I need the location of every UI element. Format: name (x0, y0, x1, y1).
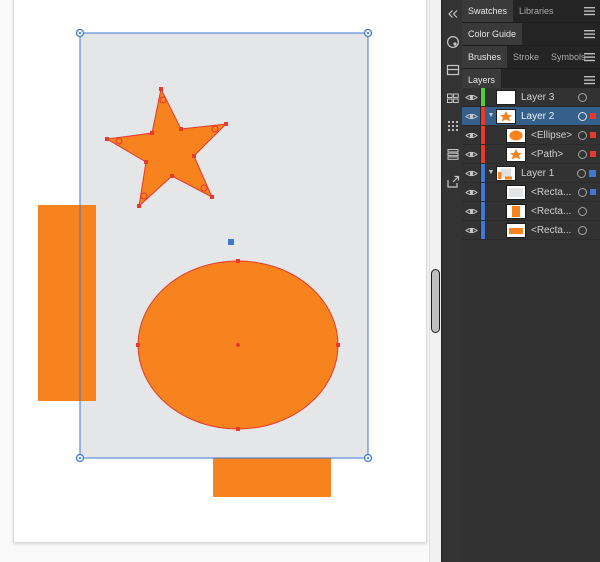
layer-row-rect2[interactable]: <Recta... (462, 202, 600, 221)
layer-color-bar (481, 126, 485, 144)
tab-brushes[interactable]: Brushes (462, 46, 507, 68)
ellipse-center-point (236, 343, 240, 347)
tab-swatches[interactable]: Swatches (462, 0, 513, 22)
layer-color-bar (481, 145, 485, 163)
layer-row-rect3[interactable]: <Recta... (462, 221, 600, 240)
swatches-panel-group: Swatches Libraries (462, 0, 600, 23)
target-circle-icon[interactable] (578, 93, 587, 102)
layer-row-rect1[interactable]: <Recta... (462, 183, 600, 202)
layer-row-layer1[interactable]: ▼ Layer 1 (462, 164, 600, 183)
layer-name: Layer 2 (521, 111, 554, 122)
visibility-eye-icon[interactable] (462, 88, 481, 106)
layer-name: <Recta... (531, 206, 571, 217)
scrollbar-thumb[interactable] (432, 270, 439, 332)
selection-square[interactable] (590, 132, 596, 138)
target-circle-icon[interactable] (578, 188, 587, 197)
canvas (0, 0, 429, 562)
tab-libraries[interactable]: Libraries (513, 0, 560, 22)
visibility-eye-icon[interactable] (462, 221, 481, 239)
visibility-eye-icon[interactable] (462, 164, 481, 182)
dock-button-swatch[interactable] (442, 56, 463, 84)
selection-square[interactable] (590, 189, 596, 195)
tab-stroke[interactable]: Stroke (507, 46, 545, 68)
illustrator-window: Swatches Libraries Color Guide Brushes S… (0, 0, 600, 562)
target-circle-icon[interactable] (578, 131, 587, 140)
layer-thumbnail (497, 91, 515, 104)
layer-name: <Path> (531, 149, 563, 160)
layer-row-layer3[interactable]: Layer 3 (462, 88, 600, 107)
layers-list: Layer 3 ▼ Layer 2 (462, 88, 600, 240)
layer-name: Layer 3 (521, 92, 554, 103)
layer-name: <Recta... (531, 225, 571, 236)
selection-square[interactable] (590, 113, 596, 119)
layer-thumbnail (507, 205, 525, 218)
visibility-eye-icon[interactable] (462, 126, 481, 144)
layer-row-path[interactable]: <Path> (462, 145, 600, 164)
dock-button-layers[interactable] (442, 140, 463, 168)
brushes-panel-group: Brushes Stroke Symbols (462, 46, 600, 69)
selection-square[interactable] (590, 151, 596, 157)
export-arrow-icon (446, 175, 460, 189)
left-orange-rectangle-shape[interactable] (38, 205, 96, 401)
swatch-card-icon (446, 63, 460, 77)
selection-center-point[interactable] (228, 239, 234, 245)
panel-menu-icon[interactable] (584, 30, 596, 39)
layer-thumbnail (507, 148, 525, 161)
bottom-orange-rectangle-shape[interactable] (213, 458, 331, 497)
layer-color-bar (481, 183, 485, 201)
visibility-eye-icon[interactable] (462, 202, 481, 220)
layer-thumbnail (507, 129, 525, 142)
panel-icon-dock (441, 0, 464, 562)
panel-menu-icon[interactable] (584, 53, 596, 62)
dock-button-dots[interactable] (442, 112, 463, 140)
layer-row-layer2[interactable]: ▼ Layer 2 (462, 107, 600, 126)
layer-name: <Ellipse> (531, 130, 572, 141)
stacked-layers-icon (446, 147, 460, 161)
layer-thumbnail (507, 186, 525, 199)
target-circle-icon[interactable] (578, 207, 587, 216)
layer-row-ellipse[interactable]: <Ellipse> (462, 126, 600, 145)
double-chevron-icon (447, 9, 459, 19)
panel-menu-icon[interactable] (584, 76, 596, 85)
layer-thumbnail (497, 110, 515, 123)
visibility-eye-icon[interactable] (462, 183, 481, 201)
target-circle-icon[interactable] (578, 112, 587, 121)
dock-button-sphere[interactable] (442, 28, 463, 56)
expand-chevron-icon[interactable]: ▼ (485, 107, 497, 125)
swatches-grid-icon (446, 91, 460, 105)
layer-name: <Recta... (531, 187, 571, 198)
layer-name: Layer 1 (521, 168, 554, 179)
visibility-eye-icon[interactable] (462, 107, 481, 125)
panel-menu-icon[interactable] (584, 7, 596, 16)
tab-color-guide[interactable]: Color Guide (462, 23, 522, 45)
layer-color-bar (481, 202, 485, 220)
visibility-eye-icon[interactable] (462, 145, 481, 163)
dots-grid-icon (446, 119, 460, 133)
color-guide-panel-group: Color Guide (462, 23, 600, 46)
target-circle-icon[interactable] (577, 169, 586, 178)
expand-panels-button[interactable] (442, 0, 463, 28)
layer-color-bar (481, 88, 485, 106)
canvas-area[interactable] (0, 0, 429, 562)
sphere-icon (446, 35, 460, 49)
expand-chevron-icon[interactable]: ▼ (485, 164, 497, 182)
dock-button-export[interactable] (442, 168, 463, 196)
target-circle-icon[interactable] (578, 226, 587, 235)
layer-thumbnail (497, 167, 515, 180)
layer-color-bar (481, 221, 485, 239)
selection-square[interactable] (589, 170, 596, 177)
dock-button-grid[interactable] (442, 84, 463, 112)
target-circle-icon[interactable] (578, 150, 587, 159)
layer-thumbnail (507, 224, 525, 237)
panel-stack: Swatches Libraries Color Guide Brushes S… (462, 0, 600, 562)
